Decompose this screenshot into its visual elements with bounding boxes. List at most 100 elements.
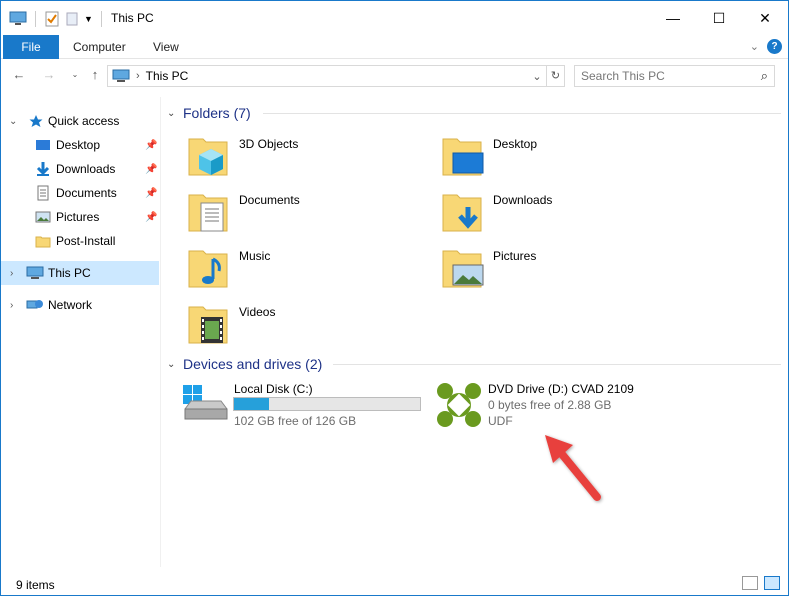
citrix-dvd-icon: [437, 383, 481, 427]
search-icon[interactable]: ⌕: [761, 68, 768, 84]
window-title: This PC: [111, 11, 154, 25]
sidebar-item-label: Network: [48, 298, 93, 312]
drive-usage-bar: [233, 397, 421, 411]
pin-icon[interactable]: 📌: [145, 212, 157, 223]
folder-label: Desktop: [493, 137, 538, 151]
maximize-button[interactable]: ☐: [696, 1, 742, 35]
drives-group-header[interactable]: ⌄ Devices and drives (2): [167, 354, 322, 374]
pin-icon[interactable]: 📌: [145, 140, 157, 151]
music-icon: [188, 250, 228, 288]
folder-documents[interactable]: Documents: [187, 189, 427, 237]
tab-view[interactable]: View: [139, 35, 193, 59]
refresh-icon[interactable]: ↻: [546, 66, 564, 86]
sidebar-item-post-install[interactable]: Post-Install: [1, 229, 159, 253]
3d-objects-icon: [188, 138, 228, 176]
divider: [333, 364, 781, 365]
annotation-arrow-icon: [545, 435, 601, 501]
chevron-down-icon[interactable]: ⌄: [9, 116, 17, 127]
drive-usage-fill: [234, 398, 270, 410]
expand-ribbon-chevron-icon[interactable]: ⌄: [750, 40, 759, 53]
pictures-icon: [442, 250, 484, 288]
navigation-pane: ⌄ Quick access Desktop 📌 Downloads 📌 Doc…: [1, 97, 161, 567]
videos-icon: [188, 306, 228, 344]
breadcrumb[interactable]: This PC: [146, 69, 189, 83]
sidebar-item-quick-access[interactable]: ⌄ Quick access: [1, 109, 159, 133]
computer-icon: [26, 266, 44, 279]
back-arrow-icon[interactable]: ←: [11, 67, 27, 83]
computer-icon[interactable]: [9, 11, 27, 27]
content-pane: ⌄ Folders (7) 3D Objects Desktop Documen…: [163, 97, 783, 567]
documents-icon: [188, 194, 228, 232]
search-placeholder: Search This PC: [581, 69, 665, 83]
computer-icon: [112, 69, 130, 82]
ribbon-tabs: File Computer View ⌄ ?: [1, 35, 788, 59]
folder-icon: [35, 236, 51, 248]
folder-videos[interactable]: Videos: [187, 301, 427, 349]
folder-label: Downloads: [493, 193, 553, 207]
drive-filesystem: UDF: [488, 414, 513, 428]
folders-group-header[interactable]: ⌄ Folders (7): [167, 103, 251, 123]
properties-icon[interactable]: [44, 11, 60, 27]
search-input[interactable]: Search This PC ⌕: [574, 65, 775, 87]
address-dropdown-chevron-icon[interactable]: ⌄: [528, 70, 546, 83]
explorer-window: ▼ This PC — ☐ ✕ File Computer View ⌄ ? ←…: [0, 0, 789, 596]
customize-toolbar-chevron-icon[interactable]: ▼: [84, 14, 93, 24]
folder-downloads[interactable]: Downloads: [441, 189, 681, 237]
address-bar[interactable]: › This PC ⌄ ↻: [107, 65, 565, 87]
divider: [263, 113, 781, 114]
pin-icon[interactable]: 📌: [145, 188, 157, 199]
folder-3d-objects[interactable]: 3D Objects: [187, 133, 427, 181]
pin-icon[interactable]: 📌: [145, 164, 157, 175]
folder-music[interactable]: Music: [187, 245, 427, 293]
chevron-down-icon[interactable]: ⌄: [167, 108, 183, 119]
group-title: Devices and drives (2): [183, 356, 323, 372]
drive-free-space: 102 GB free of 126 GB: [234, 414, 357, 428]
star-icon: [29, 115, 43, 127]
recent-locations-chevron-icon[interactable]: ⌄: [67, 67, 83, 83]
item-count: 9 items: [16, 578, 55, 592]
group-title: Folders (7): [183, 105, 251, 121]
sidebar-item-downloads[interactable]: Downloads 📌: [1, 157, 159, 181]
tab-computer[interactable]: Computer: [59, 35, 140, 59]
tab-file[interactable]: File: [3, 35, 59, 59]
downloads-icon: [442, 194, 482, 232]
folder-label: Documents: [239, 193, 300, 207]
folder-label: Videos: [239, 305, 276, 319]
sidebar-item-documents[interactable]: Documents 📌: [1, 181, 159, 205]
sidebar-item-label: Quick access: [48, 114, 120, 128]
quick-access-toolbar: ▼: [9, 9, 106, 29]
title-bar: ▼ This PC — ☐ ✕: [1, 1, 788, 35]
large-icons-view-icon[interactable]: [764, 576, 780, 590]
sidebar-item-desktop[interactable]: Desktop 📌: [1, 133, 159, 157]
breadcrumb-separator-icon[interactable]: ›: [136, 70, 140, 82]
status-bar: 9 items: [1, 573, 788, 595]
close-button[interactable]: ✕: [742, 1, 788, 35]
sidebar-item-label: Desktop: [56, 138, 101, 152]
folder-desktop[interactable]: Desktop: [441, 133, 681, 181]
documents-icon: [37, 185, 49, 201]
network-icon: [26, 300, 43, 309]
sidebar-item-label: Post-Install: [56, 234, 116, 248]
pictures-icon: [35, 211, 51, 223]
windows-drive-icon: [183, 385, 228, 420]
new-folder-icon[interactable]: [64, 11, 80, 27]
download-arrow-icon: [36, 162, 50, 176]
navigation-bar: ← → ⌄ ↑ › This PC ⌄ ↻ Search This PC ⌕: [1, 61, 788, 91]
drive-name: Local Disk (C:): [234, 382, 313, 396]
folder-pictures[interactable]: Pictures: [441, 245, 681, 293]
minimize-button[interactable]: —: [650, 1, 696, 35]
chevron-down-icon[interactable]: ⌄: [167, 359, 183, 370]
chevron-right-icon[interactable]: ›: [10, 268, 13, 279]
drive-name: DVD Drive (D:) CVAD 2109: [488, 382, 634, 396]
sidebar-item-label: Pictures: [56, 210, 100, 224]
drive-free-space: 0 bytes free of 2.88 GB: [488, 398, 612, 412]
sidebar-item-this-pc[interactable]: › This PC: [1, 261, 159, 285]
sidebar-item-network[interactable]: › Network: [1, 293, 159, 317]
help-icon[interactable]: ?: [767, 39, 782, 54]
folder-label: Pictures: [493, 249, 537, 263]
forward-arrow-icon[interactable]: →: [41, 67, 57, 83]
sidebar-item-pictures[interactable]: Pictures 📌: [1, 205, 159, 229]
up-arrow-icon[interactable]: ↑: [87, 67, 103, 83]
details-view-icon[interactable]: [742, 576, 758, 590]
chevron-right-icon[interactable]: ›: [10, 300, 13, 311]
